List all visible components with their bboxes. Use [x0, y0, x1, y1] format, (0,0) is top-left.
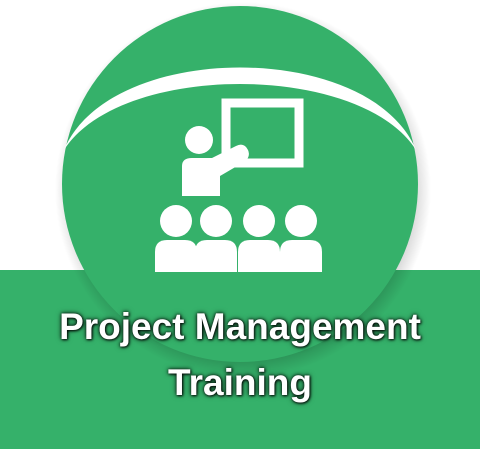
- presenter-head-icon: [185, 126, 213, 154]
- audience-body-icon: [155, 240, 197, 272]
- audience-head-icon: [160, 205, 192, 237]
- audience-body-icon: [280, 240, 322, 272]
- audience-head-icon: [243, 205, 275, 237]
- audience-body-icon: [195, 240, 237, 272]
- title-line-2: Training: [168, 362, 312, 403]
- audience-body-icon: [238, 240, 280, 272]
- audience-head-icon: [285, 205, 317, 237]
- audience-head-icon: [200, 205, 232, 237]
- title-line-1: Project Management: [59, 306, 421, 347]
